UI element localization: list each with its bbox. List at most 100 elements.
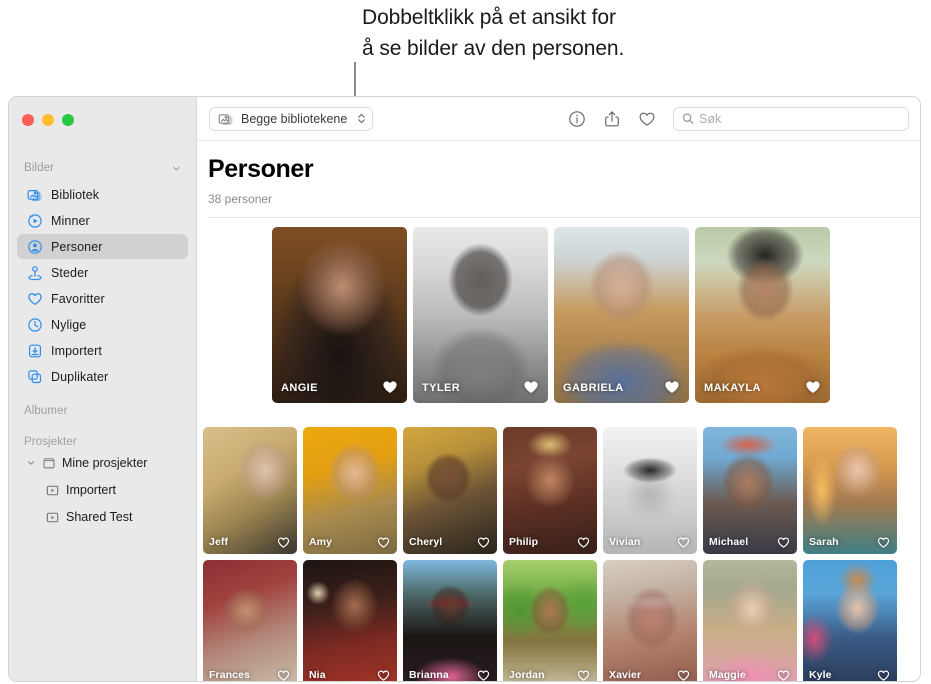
person-tile[interactable]: Michael: [703, 427, 797, 554]
places-pin-icon: [28, 265, 42, 280]
favorite-outline-icon[interactable]: [377, 536, 390, 549]
sidebar-item-label: Duplikater: [51, 369, 109, 384]
favorite-filled-icon[interactable]: [382, 379, 398, 395]
person-photo: [203, 427, 297, 554]
window-traffic-lights: [9, 105, 196, 139]
favorite-outline-icon[interactable]: [777, 536, 790, 549]
person-tile[interactable]: Jeff: [203, 427, 297, 554]
favorite-outline-icon[interactable]: [877, 669, 890, 681]
sidebar-item-label: Shared Test: [66, 510, 133, 524]
person-tile[interactable]: Philip: [503, 427, 597, 554]
favorite-outline-icon[interactable]: [877, 536, 890, 549]
favorite-outline-icon[interactable]: [477, 669, 490, 681]
zoom-button[interactable]: [62, 114, 74, 126]
favorite-outline-icon[interactable]: [477, 536, 490, 549]
close-button[interactable]: [22, 114, 34, 126]
chevron-up-down-icon[interactable]: [356, 111, 367, 126]
person-photo: [803, 427, 897, 554]
search-field[interactable]: [673, 106, 909, 131]
sidebar: Bilder Bibliotek Minner Personer Steder …: [9, 97, 197, 681]
person-name: Vivian: [609, 536, 641, 548]
person-tile[interactable]: ANGIE: [272, 227, 407, 403]
person-tile[interactable]: Amy: [303, 427, 397, 554]
toolbar-actions: [568, 110, 656, 128]
favorite-outline-icon[interactable]: [577, 669, 590, 681]
person-name: Jeff: [209, 536, 229, 548]
person-name: Sarah: [809, 536, 839, 548]
person-name: GABRIELA: [563, 382, 624, 394]
screenshot-root: Dobbeltklikk på et ansikt for å se bilde…: [0, 0, 931, 684]
person-name: Amy: [309, 536, 333, 548]
sidebar-item-mine-prosjekter[interactable]: Mine prosjekter: [17, 451, 188, 475]
sidebar-item-label: Bibliotek: [51, 187, 100, 202]
person-photo: [272, 227, 407, 403]
person-tile[interactable]: MAKAYLA: [695, 227, 830, 403]
favorite-heart-icon[interactable]: [638, 110, 656, 128]
favorite-outline-icon[interactable]: [277, 536, 290, 549]
sidebar-group-albumer[interactable]: Albumer: [9, 405, 196, 417]
sidebar-item-personer[interactable]: Personer: [17, 234, 188, 259]
person-tile[interactable]: Nia: [303, 560, 397, 681]
favorite-filled-icon[interactable]: [805, 379, 821, 395]
person-photo: [803, 560, 897, 681]
person-photo: [703, 560, 797, 681]
person-name: Brianna: [409, 669, 449, 681]
sidebar-item-nylige[interactable]: Nylige: [17, 312, 188, 337]
import-icon: [28, 344, 42, 357]
sidebar-item-project-importert[interactable]: Importert: [17, 478, 188, 502]
person-tile[interactable]: TYLER: [413, 227, 548, 403]
sidebar-nav: Bibliotek Minner Personer Steder Favorit…: [9, 182, 196, 389]
library-stack-icon: [218, 113, 233, 125]
minimize-button[interactable]: [42, 114, 54, 126]
callout-line-2: å se bilder av den personen.: [362, 37, 625, 60]
sidebar-section-bilder[interactable]: Bilder: [9, 157, 196, 179]
person-tile[interactable]: Brianna: [403, 560, 497, 681]
person-photo: [703, 427, 797, 554]
folder-icon: [43, 458, 55, 469]
person-tile[interactable]: Sarah: [803, 427, 897, 554]
sidebar-group-prosjekter[interactable]: Prosjekter: [9, 436, 196, 448]
favorite-outline-icon[interactable]: [277, 669, 290, 681]
search-input[interactable]: [698, 111, 900, 126]
share-icon[interactable]: [603, 110, 621, 128]
person-tile[interactable]: Cheryl: [403, 427, 497, 554]
info-icon[interactable]: [568, 110, 586, 128]
favorite-outline-icon[interactable]: [677, 669, 690, 681]
sidebar-item-project-shared-test[interactable]: Shared Test: [17, 505, 188, 529]
chevron-down-icon[interactable]: [171, 163, 182, 174]
person-photo: [403, 560, 497, 681]
photos-library-icon: [27, 189, 42, 201]
sidebar-item-minner[interactable]: Minner: [17, 208, 188, 233]
heart-icon: [28, 292, 42, 305]
person-tile[interactable]: Xavier: [603, 560, 697, 681]
photos-window: Bilder Bibliotek Minner Personer Steder …: [8, 96, 921, 682]
favorite-outline-icon[interactable]: [777, 669, 790, 681]
favorite-filled-icon[interactable]: [523, 379, 539, 395]
sidebar-item-duplikater[interactable]: Duplikater: [17, 364, 188, 389]
favorite-outline-icon[interactable]: [377, 669, 390, 681]
sidebar-item-importert[interactable]: Importert: [17, 338, 188, 363]
chevron-down-icon[interactable]: [26, 458, 36, 468]
person-tile[interactable]: Maggie: [703, 560, 797, 681]
library-picker[interactable]: Begge bibliotekene: [209, 106, 374, 131]
favorite-outline-icon[interactable]: [677, 536, 690, 549]
favorite-filled-icon[interactable]: [664, 379, 680, 395]
person-tile[interactable]: Frances: [203, 560, 297, 681]
person-name: Xavier: [609, 669, 642, 681]
slideshow-icon: [46, 485, 59, 495]
favorite-outline-icon[interactable]: [577, 536, 590, 549]
callout-line-1: Dobbeltklikk på et ansikt for: [362, 6, 616, 29]
sidebar-item-label: Steder: [51, 265, 89, 280]
sidebar-item-steder[interactable]: Steder: [17, 260, 188, 285]
callout-annotation: Dobbeltklikk på et ansikt for å se bilde…: [362, 2, 922, 64]
person-photo: [695, 227, 830, 403]
person-name: MAKAYLA: [704, 382, 761, 394]
sidebar-item-bibliotek[interactable]: Bibliotek: [17, 182, 188, 207]
person-tile[interactable]: Vivian: [603, 427, 697, 554]
person-tile[interactable]: GABRIELA: [554, 227, 689, 403]
person-name: Michael: [709, 536, 749, 548]
person-tile[interactable]: Kyle: [803, 560, 897, 681]
sidebar-item-favoritter[interactable]: Favoritter: [17, 286, 188, 311]
featured-row: ANGIE TYLER GABRIELA MAKAYLA: [272, 227, 830, 403]
person-tile[interactable]: Jordan: [503, 560, 597, 681]
